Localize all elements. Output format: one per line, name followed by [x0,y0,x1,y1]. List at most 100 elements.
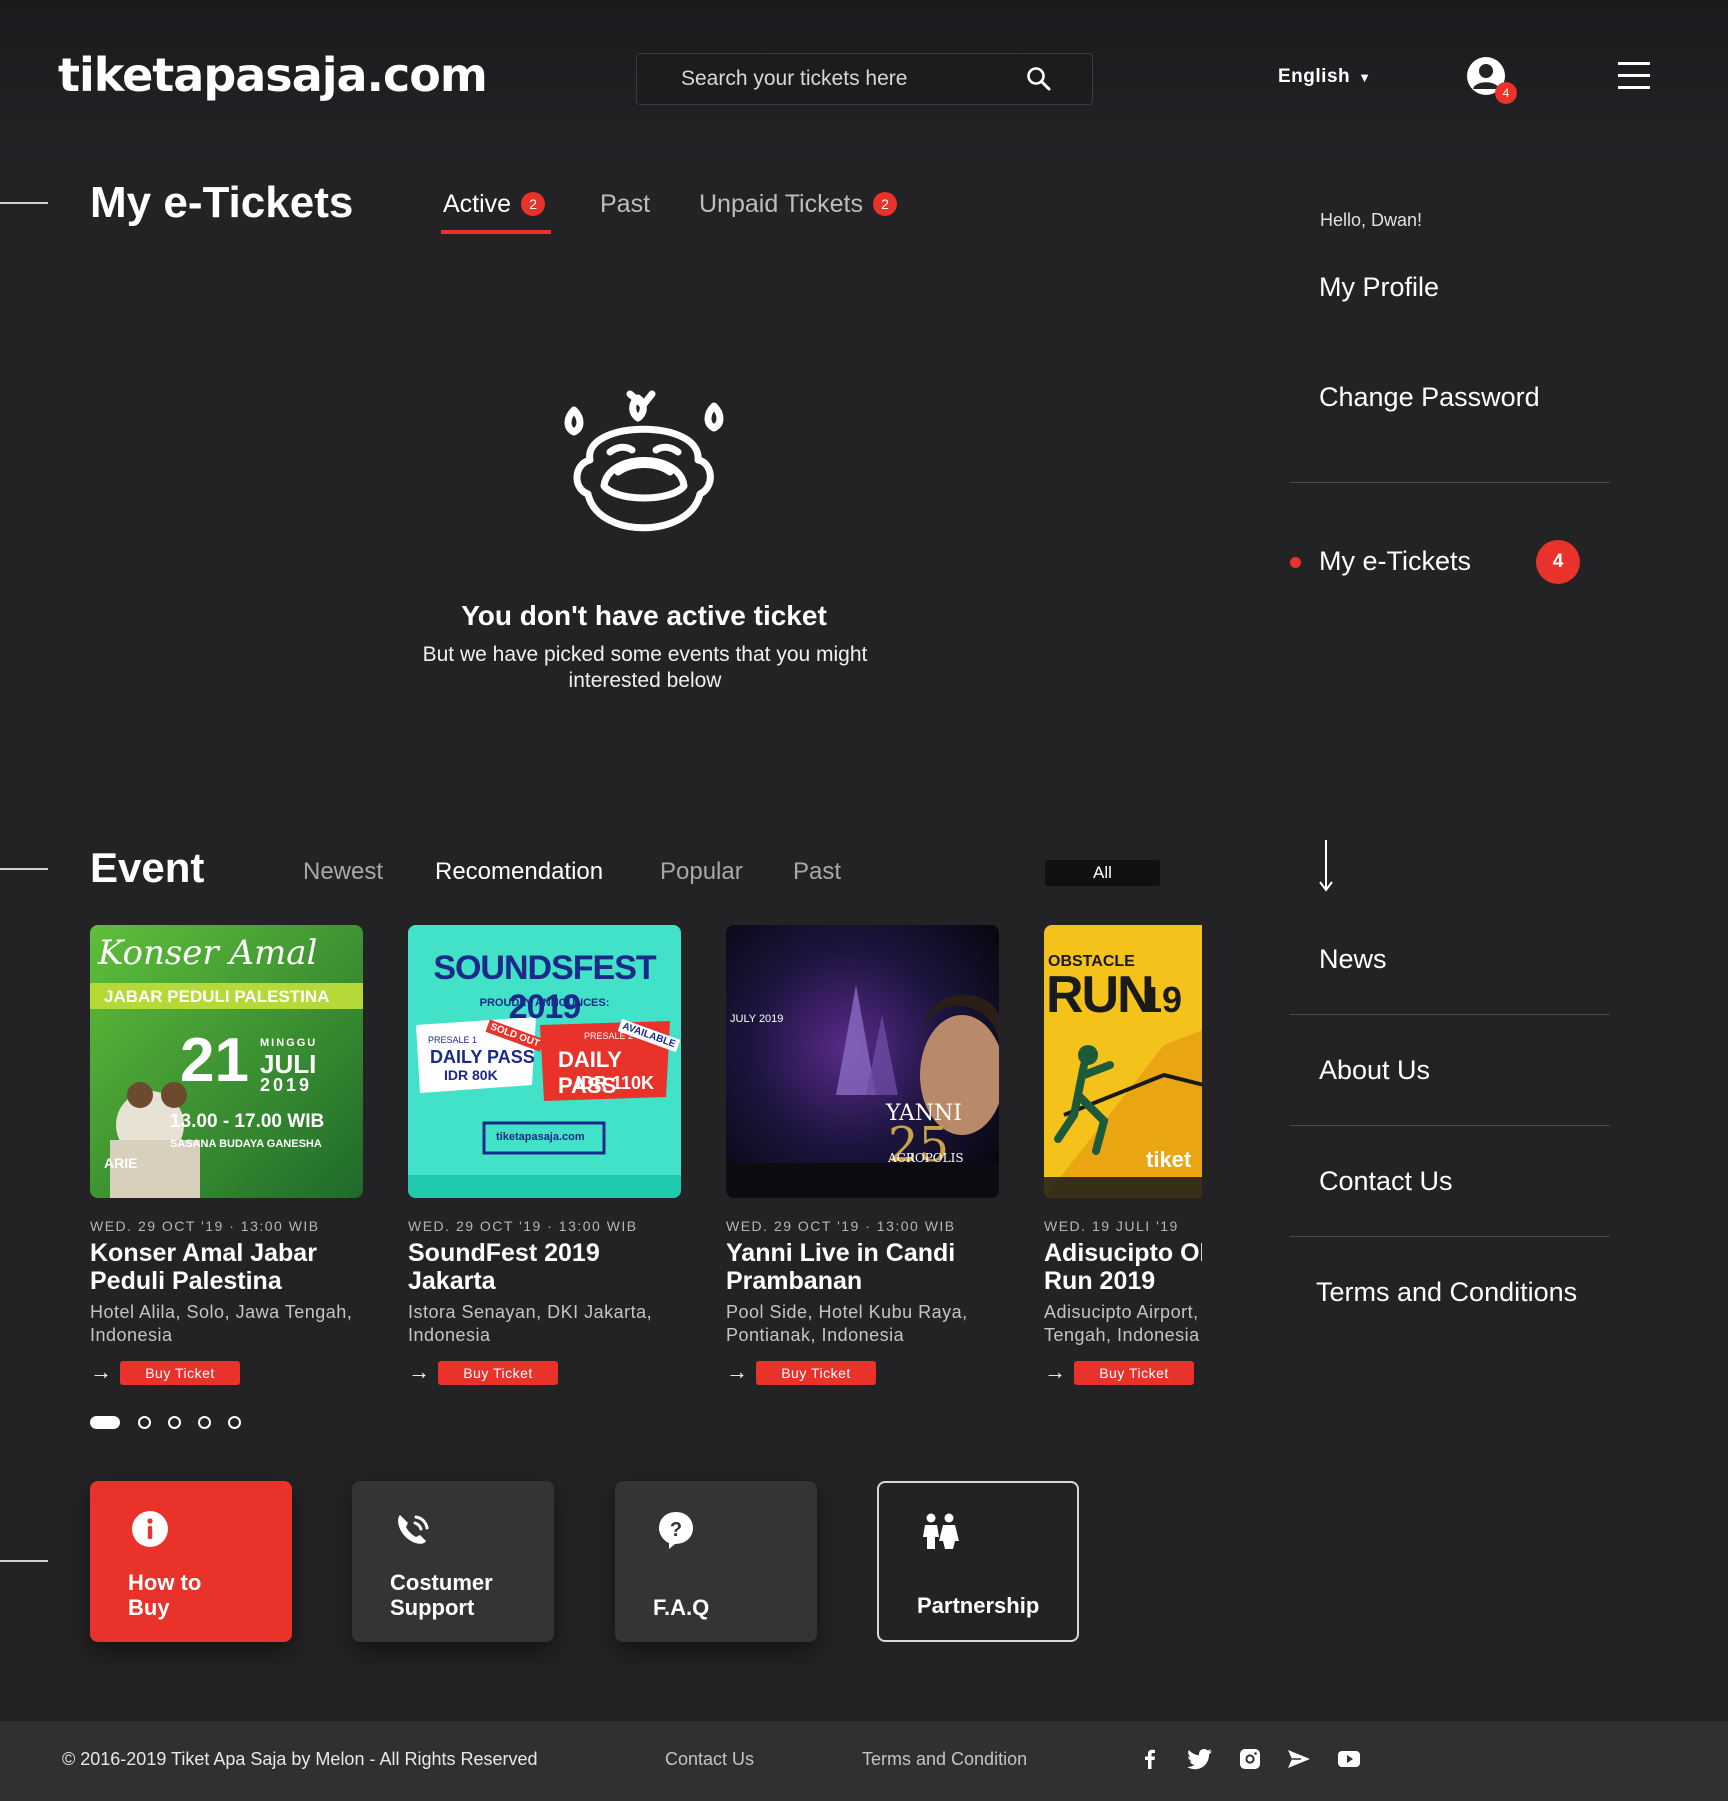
help-label: How to Buy [128,1570,202,1620]
event-title[interactable]: SoundFest 2019 Jakarta [408,1239,681,1295]
tab-past[interactable]: Past [600,190,650,219]
notification-badge: 4 [1495,82,1517,104]
event-poster[interactable]: OBSTACLE RUN 19 tiket [1044,925,1202,1198]
event-title[interactable]: Konser Amal Jabar Peduli Palestina [90,1239,363,1295]
twitter-icon[interactable] [1186,1745,1214,1773]
event-card[interactable]: SOUNDSFEST 2019 PROUDLY ANNOUNCES: PRESA… [408,925,681,1385]
event-date: WED. 29 OCT '19 · 13:00 WIB [90,1218,320,1234]
caret-down-icon: ▼ [1358,70,1372,85]
search-icon[interactable] [1026,66,1052,92]
sidebar-item-my-profile[interactable]: My Profile [1319,272,1439,303]
crying-face-icon [564,390,724,532]
arrow-right-icon[interactable]: → [90,1361,112,1383]
tab-unpaid-tickets[interactable]: Unpaid Tickets 2 [699,190,897,219]
tab-label: Active [443,190,512,218]
pagination-dot[interactable] [228,1416,241,1429]
event-location: Adisucipto Airport, Jawa-Tengah, Indones… [1044,1302,1202,1345]
phone-icon [398,1515,429,1544]
event-poster[interactable]: SOUNDSFEST 2019 PROUDLY ANNOUNCES: PRESA… [408,925,681,1198]
facebook-icon[interactable] [1136,1745,1164,1773]
sidebar-item-terms[interactable]: Terms and Conditions [1316,1277,1577,1308]
buy-ticket-button[interactable]: Buy Ticket [438,1361,558,1385]
help-label: Partnership [917,1593,1040,1618]
poster-text: PRESALE 1 [428,1035,478,1045]
event-title[interactable]: Adisucipto Obstacle Run 2019 [1044,1239,1202,1295]
tab-label: Unpaid Tickets [699,190,863,218]
event-date: WED. 19 JULI '19 [1044,1218,1179,1234]
send-icon[interactable] [1285,1745,1313,1773]
arrow-right-icon[interactable]: → [726,1361,748,1383]
poster-text: IDR 80K [444,1067,498,1083]
menu-icon[interactable] [1618,62,1650,90]
poster-text: Konser Amal [98,933,318,973]
svg-text:?: ? [670,1519,682,1541]
search-bar[interactable] [636,53,1093,105]
pagination-dot-active[interactable] [90,1416,120,1429]
question-icon: ? [659,1512,693,1549]
buy-ticket-button[interactable]: Buy Ticket [1074,1361,1194,1385]
people-icon [923,1513,959,1549]
sidebar-item-contact-us[interactable]: Contact Us [1319,1166,1453,1197]
sidebar-divider [1290,482,1610,483]
event-tab-newest[interactable]: Newest [303,858,383,886]
event-card[interactable]: OBSTACLE RUN 19 tiket WED. 19 JULI '19 A… [1044,925,1202,1385]
event-carousel[interactable]: Konser Amal JABAR PEDULI PALESTINA 21 MI… [90,925,1202,1395]
tab-active[interactable]: Active 2 [443,190,546,219]
event-card[interactable]: JULY 2019 YANNI 25 ACROPOLIS WED. 29 OCT… [726,925,999,1385]
buy-ticket-button[interactable]: Buy Ticket [756,1361,876,1385]
event-title[interactable]: Yanni Live in Candi Prambanan [726,1239,999,1295]
poster-text: SASANA BUDAYA GANESHA [170,1138,322,1150]
arrow-right-icon[interactable]: → [408,1361,430,1383]
language-label: English [1278,66,1351,87]
youtube-icon[interactable] [1335,1745,1363,1773]
pagination-dot[interactable] [168,1416,181,1429]
language-selector[interactable]: English ▼ [1278,66,1372,88]
how-to-buy-button[interactable]: How to Buy [90,1481,292,1642]
arrow-down-icon [1319,840,1333,892]
buy-ticket-button[interactable]: Buy Ticket [120,1361,240,1385]
section-marker [0,868,48,870]
poster-text: DAILY PASS [430,1047,535,1067]
event-location: Pool Side, Hotel Kubu Raya, Pontianak, I… [726,1302,968,1345]
pagination-dot[interactable] [138,1416,151,1429]
search-input[interactable] [637,54,1092,104]
pagination-dot[interactable] [198,1416,211,1429]
help-label: Costumer Support [390,1570,493,1620]
event-section-title: Event [90,844,205,891]
all-events-button[interactable]: All [1045,860,1160,886]
poster-text: ARIE [104,1155,138,1171]
customer-support-button[interactable]: Costumer Support [352,1481,554,1642]
event-tab-past[interactable]: Past [793,858,841,886]
poster-text: 19 [1142,979,1183,1020]
poster-text: 21 [180,1026,249,1095]
page-title: My e-Tickets [90,178,354,227]
tab-label: Past [600,190,651,218]
tab-badge: 2 [521,192,546,216]
poster-text: SOUNDSFEST 2019 [433,949,656,1026]
tab-badge: 2 [872,192,897,216]
sidebar-item-my-e-tickets[interactable]: My e-Tickets [1319,546,1471,577]
event-poster[interactable]: Konser Amal JABAR PEDULI PALESTINA 21 MI… [90,925,363,1198]
event-tab-popular[interactable]: Popular [660,858,743,886]
arrow-right-icon[interactable]: → [1044,1361,1066,1383]
poster-text: 13.00 - 17.00 WIB [170,1111,325,1132]
footer-link-contact-us[interactable]: Contact Us [665,1749,754,1770]
sidebar-item-about-us[interactable]: About Us [1319,1055,1430,1086]
sidebar-divider [1290,1236,1610,1237]
footer-link-terms[interactable]: Terms and Condition [862,1749,1027,1770]
top-header: tiketapasaja.com English ▼ 4 [0,0,1728,160]
sidebar-item-news[interactable]: News [1319,944,1387,975]
event-poster[interactable]: JULY 2019 YANNI 25 ACROPOLIS [726,925,999,1198]
partnership-button[interactable]: Partnership [877,1481,1079,1642]
sidebar-item-change-password[interactable]: Change Password [1319,382,1540,413]
copyright-text: © 2016-2019 Tiket Apa Saja by Melon - Al… [62,1749,538,1769]
site-logo[interactable]: tiketapasaja.com [58,48,488,102]
active-tab-underline [441,230,551,234]
instagram-icon[interactable] [1236,1745,1264,1773]
poster-text: PROUDLY ANNOUNCES: [479,997,610,1009]
section-marker [0,1560,48,1562]
sidebar-divider [1290,1014,1610,1015]
event-tab-recomendation[interactable]: Recomendation [435,858,603,886]
faq-button[interactable]: ? F.A.Q [615,1481,817,1642]
event-card[interactable]: Konser Amal JABAR PEDULI PALESTINA 21 MI… [90,925,363,1385]
